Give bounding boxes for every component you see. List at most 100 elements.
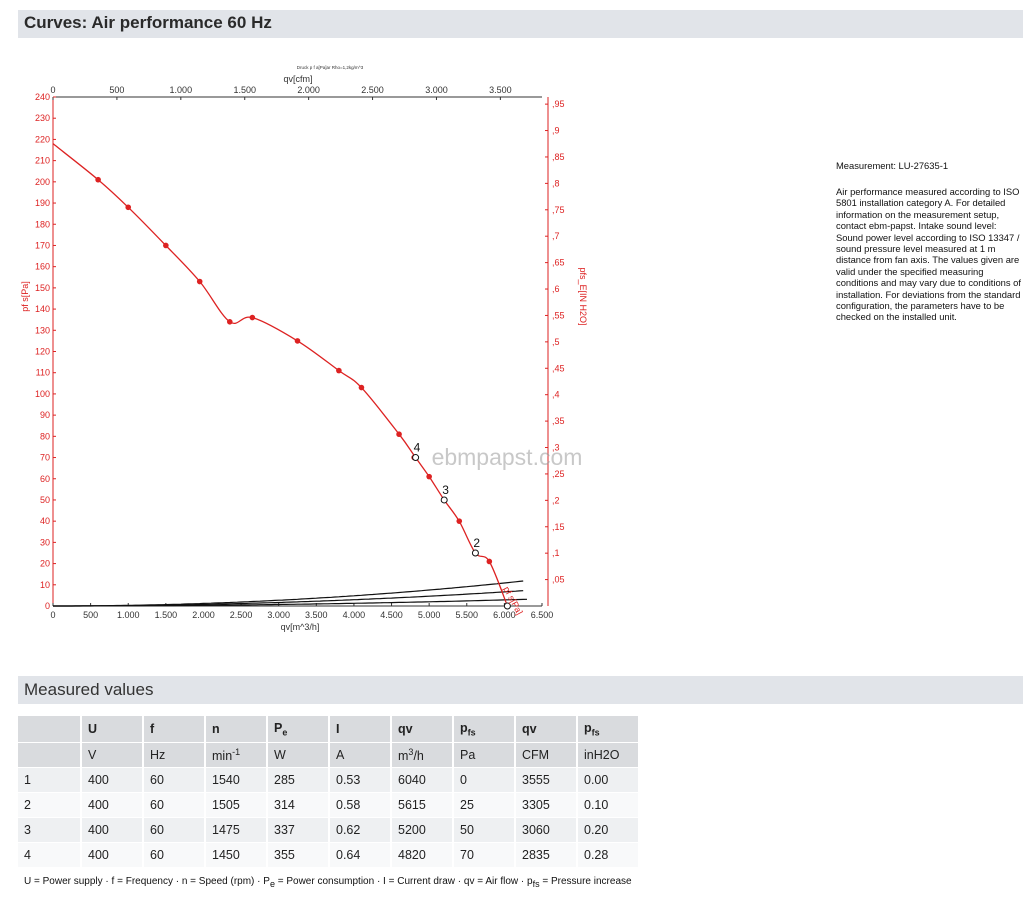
x2-tick-label: 1.000 (170, 85, 193, 95)
y2-tick-label: ,1 (552, 548, 560, 558)
y2-tick-label: ,5 (552, 337, 560, 347)
table-cell: 2 (18, 792, 82, 818)
x2-tick-label: 0 (50, 85, 55, 95)
table-cell: 1450 (205, 842, 268, 868)
table-cell: 25 (453, 792, 516, 818)
table-cell: 314 (267, 792, 330, 818)
table-cell: 1475 (205, 817, 268, 843)
table-cell: 3060 (515, 817, 578, 843)
fan-curve (52, 143, 509, 607)
y-tick-label: 240 (35, 92, 50, 102)
table-row: 1 400 60 1540 285 0.53 6040 0 3555 0.00 (18, 767, 640, 793)
x-tick-label: 3.500 (305, 610, 328, 620)
y-tick-label: 200 (35, 177, 50, 187)
table-row: 3 400 60 1475 337 0.62 5200 50 3060 0.20 (18, 817, 640, 843)
y-tick-label: 20 (40, 559, 50, 569)
unit-cell: Pa (453, 742, 516, 768)
unit-cell: V (81, 742, 144, 768)
y-tick-label: 160 (35, 262, 50, 272)
x-tick-label: 4.000 (343, 610, 366, 620)
y2-axis-label: pfs_E[IN H2O] (578, 267, 588, 325)
x-tick-label: 1.000 (117, 610, 140, 620)
x2-tick-label: 2.000 (297, 85, 320, 95)
x-tick-label: 2.000 (192, 610, 215, 620)
x2-tick-label: 3.500 (489, 85, 512, 95)
table-cell: 60 (143, 842, 206, 868)
x2-tick-label: 500 (109, 85, 124, 95)
x-tick-label: 4.500 (380, 610, 403, 620)
table-cell: 0.62 (329, 817, 392, 843)
air-performance-chart: Druck p f a[Pa]ar Rho=1,2kg/m^3 qv[cfm] 0 5… (20, 65, 588, 632)
unit-cell: A (329, 742, 392, 768)
table-cell: 6040 (391, 767, 454, 793)
measured-values-table: Uf n Pe Iqv pfs qv pfs V Hz min-1 W Am3/h Pa CFM inH2O… (18, 716, 640, 868)
table-row: 4 400 60 1450 355 0.64 4820 70 2835 0.28 (18, 842, 640, 868)
table-cell: 0.20 (577, 817, 640, 843)
x-tick-label: 6.500 (531, 610, 554, 620)
fan-curve-marker (163, 242, 169, 249)
fan-curve-marker (486, 558, 493, 565)
operating-point (440, 496, 448, 504)
table-legend: U = Power supply · f = Frequency · n = S… (24, 876, 632, 889)
fan-curve-marker (396, 431, 402, 438)
header-cell: f (143, 716, 206, 743)
operating-point-label: 3 (442, 483, 449, 497)
x2-axis-label: qv[cfm] (283, 74, 312, 84)
y-tick-label: 30 (40, 537, 50, 547)
table-cell: 337 (267, 817, 330, 843)
y-tick-label: 10 (40, 580, 50, 590)
fan-curve-marker (358, 384, 365, 391)
table-cell: 70 (453, 842, 516, 868)
table-cell: 60 (143, 792, 206, 818)
y2-tick-label: ,45 (552, 363, 565, 373)
y2-tick-label: ,85 (552, 152, 565, 162)
x-axis-label: qv[m^3/h] (281, 622, 320, 632)
table-cell: 0.28 (577, 842, 640, 868)
y-tick-label: 0 (45, 601, 50, 611)
measurement-description: Air performance measured according to IS… (836, 186, 1022, 323)
header-cell: I (329, 716, 392, 743)
table-cell: 60 (143, 817, 206, 843)
fan-curve-marker (336, 367, 342, 374)
fan-curve-marker (125, 204, 132, 211)
operating-point (412, 454, 420, 462)
table-cell: 0.10 (577, 792, 640, 818)
y2-tick-label: ,25 (552, 469, 565, 479)
curves-title: Curves: Air performance 60 Hz (24, 13, 272, 32)
y2-tick-label: ,7 (552, 231, 560, 241)
unit-cell: Hz (143, 742, 206, 768)
x-tick-label: 5.500 (456, 610, 479, 620)
unit-cell: inH2O (577, 742, 640, 768)
header-cell: pfs (453, 716, 516, 743)
y-tick-label: 210 (35, 156, 50, 166)
y-tick-label: 220 (35, 134, 50, 144)
table-cell: 400 (81, 767, 144, 793)
y2-tick-label: ,75 (552, 205, 565, 215)
y2-tick-label: ,15 (552, 522, 565, 532)
fan-curve-marker (226, 319, 233, 325)
x-tick-label: 6.000 (493, 610, 516, 620)
table-cell: 0.53 (329, 767, 392, 793)
header-cell: Pe (267, 716, 330, 743)
y-tick-label: 140 (35, 304, 50, 314)
y-tick-label: 120 (35, 347, 50, 357)
y-tick-label: 60 (40, 474, 50, 484)
fan-curve-marker (426, 473, 432, 480)
y-tick-label: 50 (40, 495, 50, 505)
x-tick-label: 0 (50, 610, 55, 620)
measurement-id: Measurement: LU-27635-1 (836, 160, 949, 171)
table-cell: 1540 (205, 767, 268, 793)
y2-tick-label: ,55 (552, 310, 565, 320)
operating-point-label: 4 (414, 441, 421, 455)
unit-cell: m3/h (391, 742, 454, 768)
table-header-row: Uf n Pe Iqv pfs qv pfs (18, 716, 640, 743)
table-cell: 400 (81, 792, 144, 818)
x2-tick-label: 1.500 (233, 85, 256, 95)
table-cell: 50 (453, 817, 516, 843)
table-cell: 5200 (391, 817, 454, 843)
table-cell: 355 (267, 842, 330, 868)
y-tick-label: 40 (40, 516, 50, 526)
header-cell: qv (391, 716, 454, 743)
x-tick-label: 3.000 (267, 610, 290, 620)
operating-point (471, 549, 479, 557)
